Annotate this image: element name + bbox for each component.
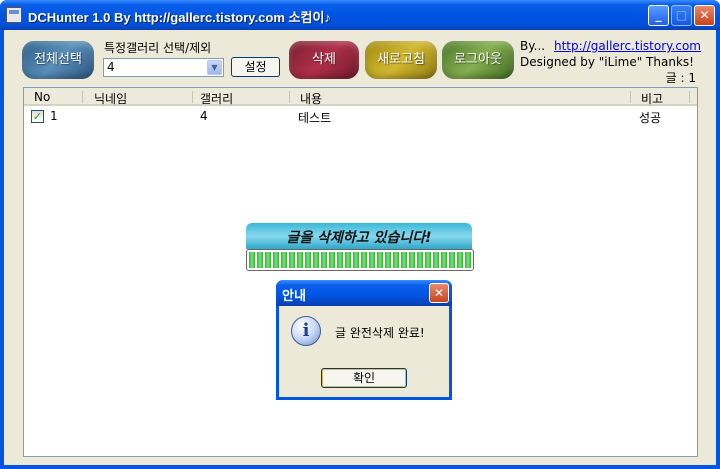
- set-button[interactable]: 설정: [231, 57, 280, 77]
- row-checkbox[interactable]: ✓: [31, 110, 44, 123]
- post-count: 글 : 1: [665, 71, 696, 85]
- cell-gallery: 4: [200, 109, 208, 123]
- cell-no: 1: [50, 109, 58, 123]
- column-header-nickname[interactable]: 닉네임: [94, 90, 127, 107]
- gallery-select[interactable]: 4 ▼: [103, 58, 224, 77]
- column-header-gallery[interactable]: 갤러리: [200, 90, 233, 107]
- column-separator[interactable]: [689, 91, 690, 103]
- minimize-button[interactable]: _: [648, 5, 669, 26]
- window-title: DCHunter 1.0 By http://gallerc.tistory.c…: [28, 10, 331, 25]
- chevron-down-icon[interactable]: ▼: [207, 60, 222, 75]
- progress-banner-text: 글을 삭제하고 있습니다!: [286, 230, 432, 246]
- ok-button[interactable]: 확인: [321, 368, 407, 388]
- list-header: No 닉네임 갤러리 내용 비고: [24, 88, 697, 106]
- cell-note: 성공: [639, 111, 662, 125]
- dialog-title-bar[interactable]: 안내 ✕: [276, 280, 452, 306]
- close-button[interactable]: ✕: [694, 5, 715, 26]
- post-list[interactable]: No 닉네임 갤러리 내용 비고 ✓ 1 4 테스트 성공: [23, 87, 698, 457]
- credits-by: By...: [520, 39, 546, 53]
- table-row[interactable]: ✓ 1 4 테스트 성공: [24, 107, 697, 125]
- info-dialog: 안내 ✕ i 글 완전삭제 완료! 확인: [276, 280, 452, 400]
- column-separator[interactable]: [192, 91, 193, 103]
- delete-button[interactable]: 삭제: [289, 41, 359, 79]
- dialog-close-button[interactable]: ✕: [429, 283, 449, 303]
- cell-content: 테스트: [298, 111, 332, 125]
- credits-link[interactable]: http://gallerc.tistory.com: [554, 39, 701, 53]
- dialog-title: 안내: [282, 289, 306, 304]
- info-icon: i: [291, 316, 321, 346]
- progress-fill: [249, 252, 471, 268]
- client-area: 전체선택 특정갤러리 선택/제외 4 ▼ 설정 삭제 새로고침 로그아웃 By.…: [4, 30, 716, 465]
- column-header-no[interactable]: No: [34, 90, 50, 104]
- select-all-button[interactable]: 전체선택: [22, 41, 94, 79]
- column-separator[interactable]: [630, 91, 631, 103]
- gallery-select-value: 4: [107, 60, 115, 74]
- column-separator[interactable]: [289, 91, 290, 103]
- progress-bar: [246, 249, 474, 271]
- logout-button[interactable]: 로그아웃: [442, 41, 514, 79]
- credits-designed: Designed by "iLime" Thanks!: [520, 55, 694, 69]
- column-header-content[interactable]: 내용: [300, 90, 322, 107]
- column-separator[interactable]: [82, 91, 83, 103]
- dialog-message: 글 완전삭제 완료!: [335, 326, 425, 340]
- title-bar[interactable]: DCHunter 1.0 By http://gallerc.tistory.c…: [0, 0, 720, 30]
- gallery-filter-label: 특정갤러리 선택/제외: [104, 41, 212, 55]
- progress-banner: 글을 삭제하고 있습니다!: [246, 223, 472, 249]
- app-icon: [6, 7, 22, 23]
- refresh-button[interactable]: 새로고침: [365, 41, 437, 79]
- maximize-button[interactable]: □: [671, 5, 692, 26]
- app-window: DCHunter 1.0 By http://gallerc.tistory.c…: [0, 0, 720, 469]
- column-header-note[interactable]: 비고: [641, 90, 663, 107]
